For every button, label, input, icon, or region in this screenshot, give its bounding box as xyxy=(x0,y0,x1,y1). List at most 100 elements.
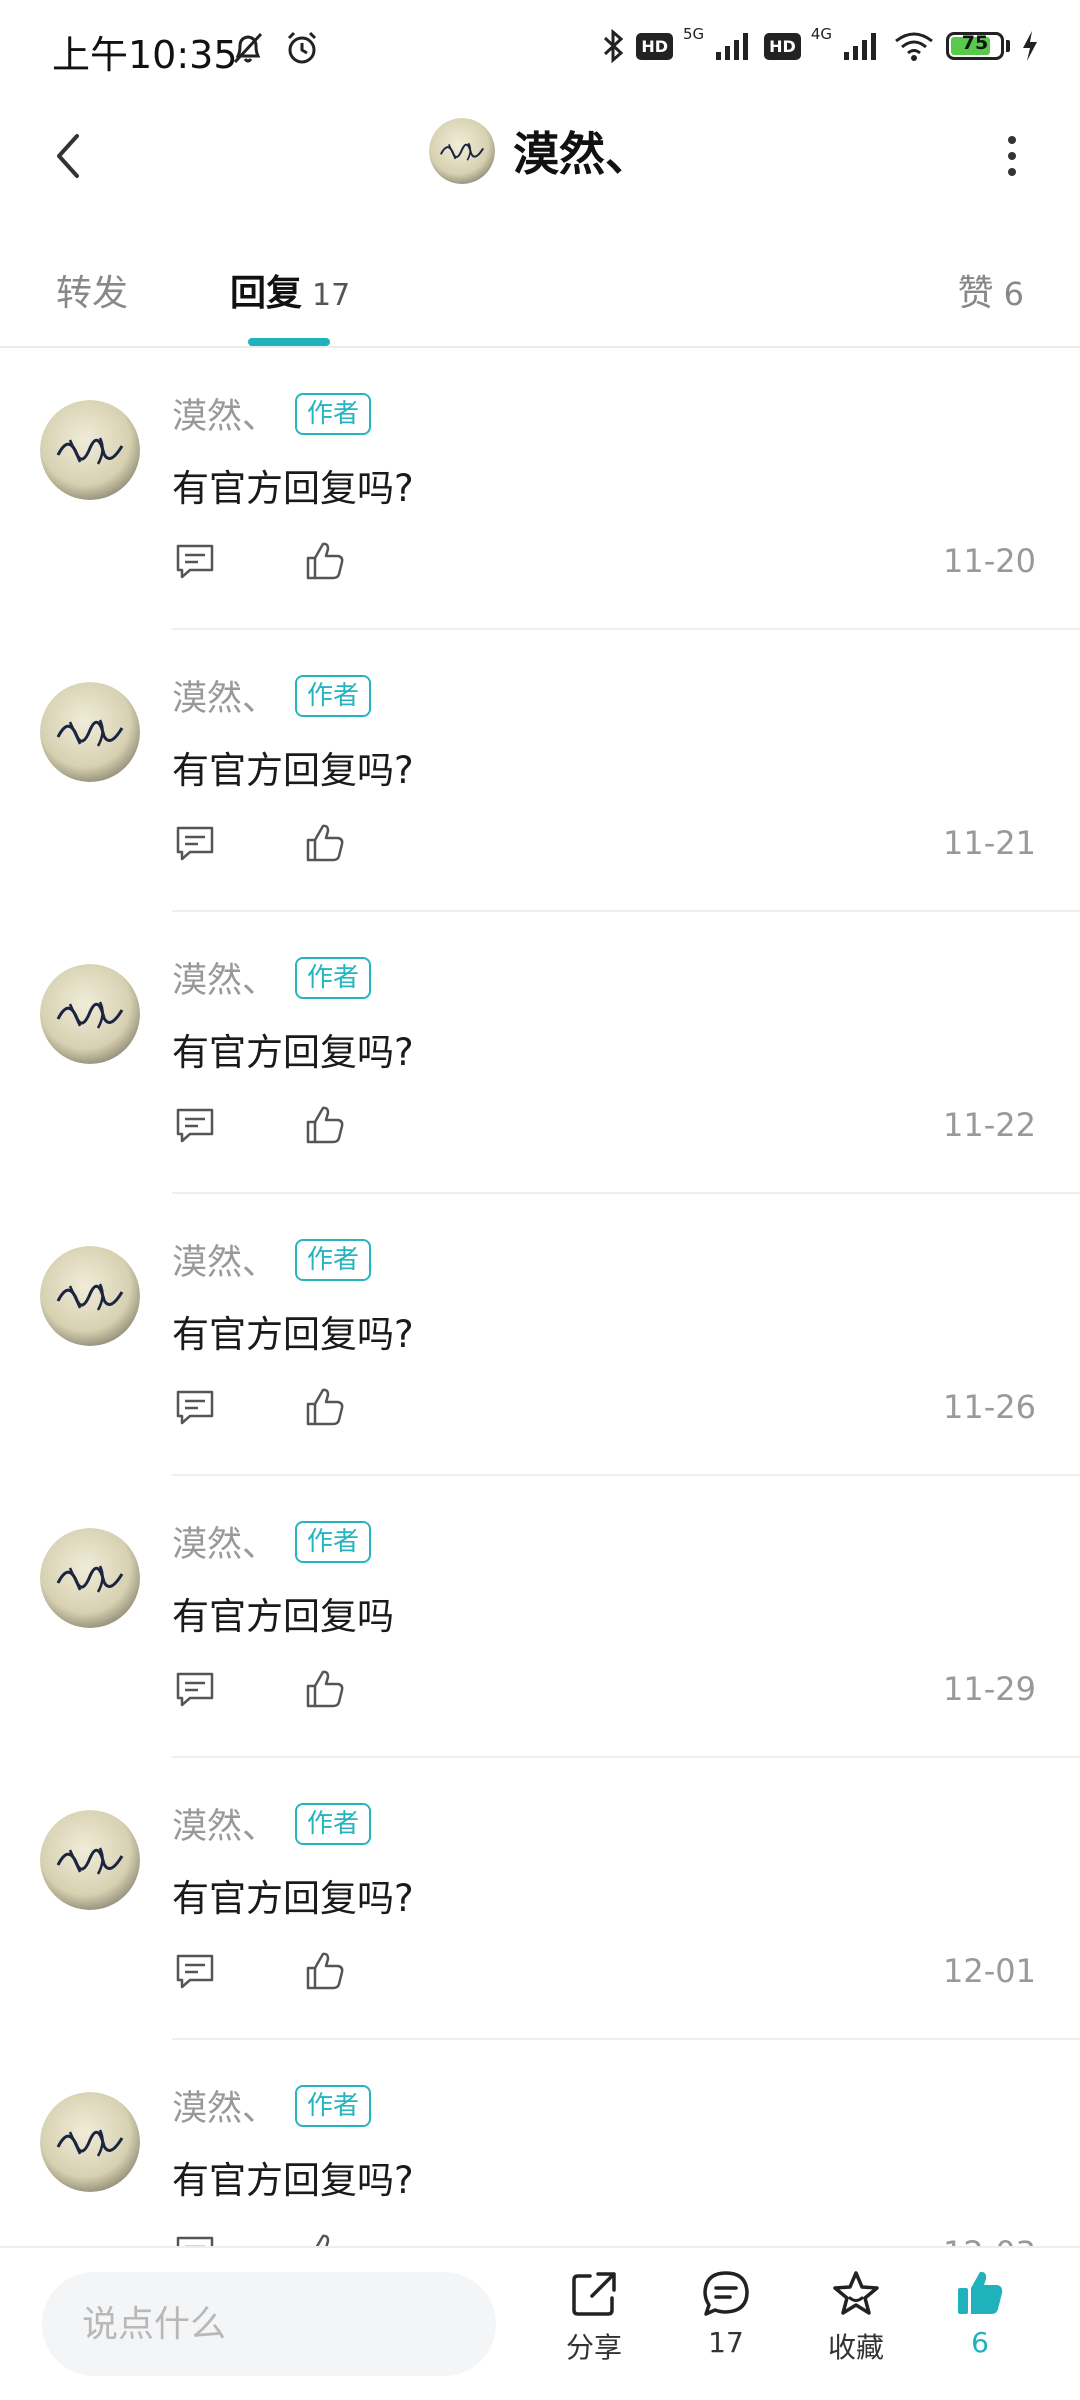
status-right-icons: HD 5G HD 4G 75 xyxy=(600,25,1040,66)
author-badge: 作者 xyxy=(295,1238,372,1281)
hd-badge: HD xyxy=(636,32,673,60)
dot-icon xyxy=(1008,136,1016,144)
reply-author-name[interactable]: 漠然、 xyxy=(172,388,277,439)
page-title: 漠然、 xyxy=(513,127,651,181)
favorite-button[interactable]: 收藏 xyxy=(806,2268,906,2366)
reply-item: 漠然、 作者 有官方回复吗 11-29 xyxy=(0,1476,1080,1758)
reply-content[interactable]: 有官方回复吗? xyxy=(172,1304,414,1358)
reply-date: 11-29 xyxy=(943,1670,1036,1708)
reply-item: 漠然、 作者 有官方回复吗? 11-20 xyxy=(0,348,1080,630)
status-bar: 上午10:35 HD 5G HD 4G 75 xyxy=(0,0,1080,100)
tab-like[interactable]: 赞 6 xyxy=(958,264,1024,316)
share-icon xyxy=(572,2272,616,2316)
reply-count-label: 17 xyxy=(708,2326,744,2359)
reply-item: 漠然、 作者 有官方回复吗? 11-22 xyxy=(0,912,1080,1194)
comment-icon[interactable] xyxy=(172,1384,218,1430)
author-badge: 作者 xyxy=(295,2084,372,2127)
avatar[interactable] xyxy=(40,2092,140,2192)
reply-content[interactable]: 有官方回复吗 xyxy=(172,1586,394,1640)
like-button[interactable]: 6 xyxy=(930,2268,1030,2359)
author-badge: 作者 xyxy=(295,1520,372,1563)
reply-author-name[interactable]: 漠然、 xyxy=(172,1798,277,1849)
avatar[interactable] xyxy=(40,964,140,1064)
tab-reply-label: 回复 xyxy=(230,273,303,314)
reply-actions xyxy=(172,1948,348,1994)
dot-icon xyxy=(1008,168,1016,176)
reply-author-row: 漠然、 作者 xyxy=(172,1798,372,1849)
avatar[interactable] xyxy=(40,400,140,500)
bottom-bar: 分享 17 收藏 6 xyxy=(0,2246,1080,2400)
reply-content[interactable]: 有官方回复吗? xyxy=(172,1868,414,1922)
hd-badge-2: HD xyxy=(764,32,801,60)
reply-date: 12-01 xyxy=(943,1952,1036,1990)
thumbs-up-icon[interactable] xyxy=(302,1948,348,1994)
share-button[interactable]: 分享 xyxy=(544,2268,644,2366)
comment-bubble-icon xyxy=(703,2271,749,2316)
net-4g-label: 4G xyxy=(810,25,832,43)
reply-actions xyxy=(172,1102,348,1148)
tab-bar: 转发 回复 17 赞 6 xyxy=(0,250,1080,348)
more-options-button[interactable] xyxy=(980,124,1044,188)
reply-content[interactable]: 有官方回复吗? xyxy=(172,2150,414,2204)
comment-icon[interactable] xyxy=(172,820,218,866)
reply-author-name[interactable]: 漠然、 xyxy=(172,670,277,721)
header-title-group: 漠然、 xyxy=(0,118,1080,184)
battery-level: 75 xyxy=(961,32,989,54)
thumbs-up-icon[interactable] xyxy=(302,1384,348,1430)
reply-author-name[interactable]: 漠然、 xyxy=(172,952,277,1003)
thumbs-up-icon[interactable] xyxy=(302,538,348,584)
net-5g-label: 5G xyxy=(682,25,705,43)
reply-date: 11-21 xyxy=(943,824,1036,862)
reply-author-row: 漠然、 作者 xyxy=(172,388,372,439)
charging-icon xyxy=(1023,31,1037,61)
reply-count-button[interactable]: 17 xyxy=(676,2268,776,2359)
reply-author-row: 漠然、 作者 xyxy=(172,2080,372,2131)
thumbs-up-icon[interactable] xyxy=(302,1102,348,1148)
author-badge: 作者 xyxy=(295,956,372,999)
battery-tip xyxy=(1006,40,1010,52)
comment-input[interactable] xyxy=(42,2272,496,2376)
avatar[interactable] xyxy=(40,1528,140,1628)
signal-4g-icon xyxy=(844,33,876,60)
tab-reply-count: 17 xyxy=(312,278,351,313)
comment-icon[interactable] xyxy=(172,1948,218,1994)
tab-active-indicator xyxy=(248,338,330,346)
reply-content[interactable]: 有官方回复吗? xyxy=(172,458,414,512)
reply-actions xyxy=(172,820,348,866)
reply-content[interactable]: 有官方回复吗? xyxy=(172,740,414,794)
battery-icon: 75 xyxy=(946,32,1004,60)
reply-item: 漠然、 作者 有官方回复吗? 12-01 xyxy=(0,1758,1080,2040)
avatar[interactable] xyxy=(40,682,140,782)
avatar[interactable] xyxy=(40,1246,140,1346)
reply-content[interactable]: 有官方回复吗? xyxy=(172,1022,414,1076)
reply-date: 11-26 xyxy=(943,1388,1036,1426)
thumbs-up-icon[interactable] xyxy=(302,820,348,866)
reply-item: 漠然、 作者 有官方回复吗? 12-03 xyxy=(0,2040,1080,2248)
reply-author-row: 漠然、 作者 xyxy=(172,670,372,721)
bluetooth-icon xyxy=(604,28,624,64)
reply-actions xyxy=(172,1384,348,1430)
tab-like-label: 赞 xyxy=(957,273,994,314)
star-icon xyxy=(833,2271,879,2315)
avatar[interactable] xyxy=(429,118,495,184)
favorite-label: 收藏 xyxy=(827,2331,884,2364)
comment-icon[interactable] xyxy=(172,1102,218,1148)
avatar[interactable] xyxy=(40,1810,140,1910)
tab-forward-label: 转发 xyxy=(56,273,129,314)
status-time: 上午10:35 xyxy=(52,33,238,77)
reply-author-row: 漠然、 作者 xyxy=(172,1234,372,1285)
comment-icon[interactable] xyxy=(172,1666,218,1712)
bell-off-icon xyxy=(233,32,263,64)
reply-list[interactable]: 漠然、 作者 有官方回复吗? 11-20 漠然、 作者 有官方回复吗? 11-2… xyxy=(0,348,1080,2248)
comment-icon[interactable] xyxy=(172,538,218,584)
reply-author-name[interactable]: 漠然、 xyxy=(172,1234,277,1285)
tab-reply[interactable]: 回复 17 xyxy=(230,264,350,316)
reply-author-name[interactable]: 漠然、 xyxy=(172,2080,277,2131)
tab-forward[interactable]: 转发 xyxy=(56,264,128,316)
thumbs-up-icon[interactable] xyxy=(302,1666,348,1712)
reply-actions xyxy=(172,1666,348,1712)
alarm-icon xyxy=(287,31,317,64)
reply-author-name[interactable]: 漠然、 xyxy=(172,1516,277,1567)
signal-5g-icon xyxy=(716,33,749,60)
reply-date: 11-20 xyxy=(943,542,1036,580)
